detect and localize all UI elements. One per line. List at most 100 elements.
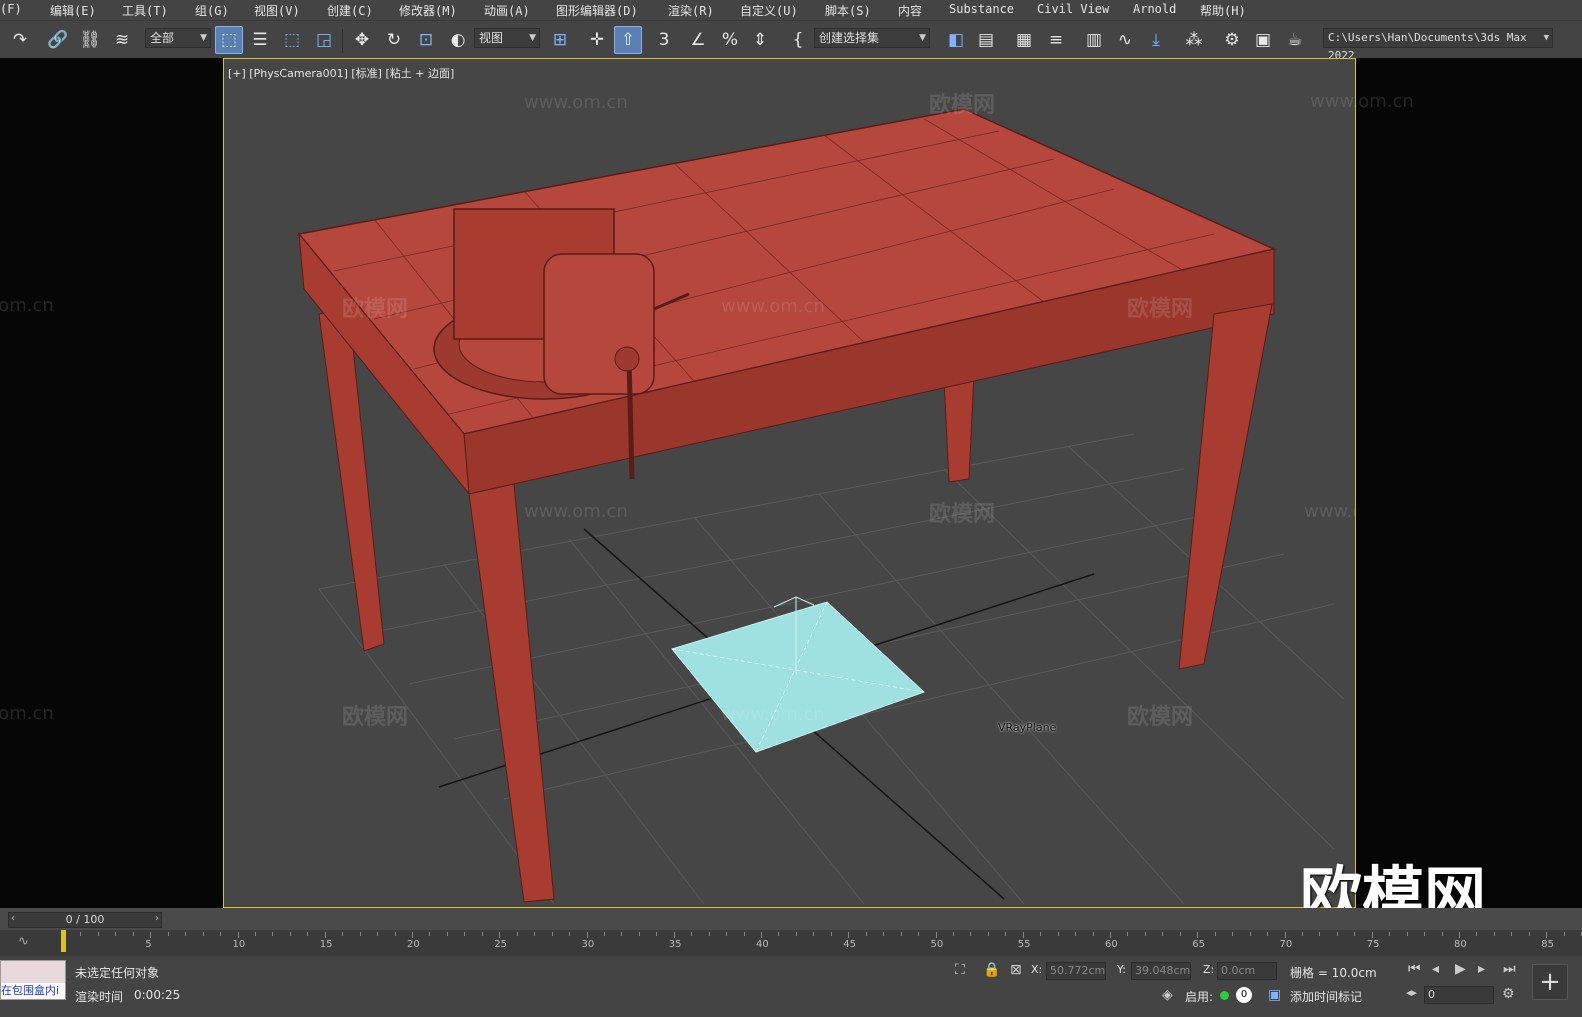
trackbar-tick-label: 35 — [668, 939, 682, 950]
menu-create[interactable]: 创建(C) — [327, 2, 373, 19]
time-config-icon[interactable]: ⚙ — [1502, 986, 1515, 1002]
maxscript-listener[interactable]: 在包围盒内i — [0, 960, 66, 1000]
add-viewport-button[interactable]: + — [1532, 964, 1568, 1000]
render-setup-icon[interactable]: ⚙ — [1218, 26, 1246, 54]
chevron-right-icon[interactable]: › — [155, 913, 159, 924]
rect-selection-icon[interactable]: ⬚ — [278, 26, 306, 54]
edit-named-selection-icon[interactable]: { — [784, 26, 812, 54]
trackbar-tick — [673, 932, 675, 938]
menu-customize[interactable]: 自定义(U) — [740, 2, 798, 19]
render-production-icon[interactable]: ☕ — [1281, 26, 1309, 54]
keyboard-shortcut-override-icon[interactable]: ⇧ — [614, 26, 642, 54]
previous-frame-icon[interactable]: ◂ — [1432, 961, 1439, 977]
isolate-icon[interactable]: ⛶ — [955, 962, 965, 978]
viewport-label[interactable]: [+] [PhysCamera001] [标准] [粘土 + 边面] — [228, 65, 454, 81]
redo-icon[interactable]: ↷ — [6, 26, 34, 54]
chevron-down-icon: ▼ — [919, 33, 926, 43]
trackbar[interactable]: ∿ 5 10 15 20 25 30 35 40 45 50 55 60 65 70 75 80 85 — [0, 930, 1582, 956]
bind-space-warp-icon[interactable]: ≋ — [108, 26, 136, 54]
add-time-tag[interactable]: 添加时间标记 — [1290, 988, 1362, 1005]
trackbar-tick — [499, 932, 501, 938]
time-tag-icon[interactable]: ▣ — [1268, 987, 1281, 1003]
align-icon[interactable]: ▤ — [972, 26, 1000, 54]
trackbar-tick — [1389, 932, 1391, 936]
trackbar-tick-label: 40 — [756, 939, 769, 950]
trackbar-tick — [1301, 932, 1303, 936]
material-editor-icon[interactable]: ⁂ — [1180, 26, 1208, 54]
percent-snap-icon[interactable]: % — [716, 26, 744, 54]
menu-scripting[interactable]: 脚本(S) — [825, 2, 871, 19]
y-coordinate-field[interactable]: 39.048cm — [1131, 962, 1191, 980]
angle-snap-icon[interactable]: ∠ — [684, 26, 712, 54]
scale-icon[interactable]: ⊡ — [412, 26, 440, 54]
place-icon[interactable]: ◐ — [444, 26, 472, 54]
go-to-end-icon[interactable]: ⏭ — [1503, 961, 1516, 977]
z-coordinate-field[interactable]: 0.0cm — [1217, 962, 1277, 980]
grid-size: 栅格 = 10.0cm — [1290, 966, 1377, 980]
trackbar-tick — [1284, 932, 1286, 938]
current-frame-field[interactable]: 0 — [1424, 986, 1494, 1004]
key-mode-icon[interactable]: ◂▸ — [1406, 986, 1417, 999]
render-time-label: 渲染时间 — [75, 990, 124, 1004]
menu-bar: (F) 编辑(E) 工具(T) 组(G) 视图(V) 创建(C) 修改器(M) … — [0, 0, 1582, 20]
adaptive-degradation-icon[interactable]: ◈ — [1162, 987, 1173, 1003]
menu-modifiers[interactable]: 修改器(M) — [399, 2, 457, 19]
snaps-toggle-icon[interactable]: 3 — [650, 26, 678, 54]
move-icon[interactable]: ✥ — [348, 26, 376, 54]
menu-graph-editors[interactable]: 图形编辑器(D) — [556, 2, 638, 19]
trackbar-tick — [638, 932, 640, 936]
trackbar-tick — [621, 932, 623, 936]
mirror-icon[interactable]: ◧ — [942, 26, 970, 54]
window-crossing-icon[interactable]: ◲ — [310, 26, 338, 54]
menu-tools[interactable]: 工具(T) — [122, 2, 168, 19]
menu-civil-view[interactable]: Civil View — [1037, 2, 1109, 16]
pivot-center-icon[interactable]: ⊞ — [546, 26, 574, 54]
named-selection-dropdown[interactable]: 创建选择集 ▼ — [814, 28, 930, 48]
select-by-name-icon[interactable]: ☰ — [246, 26, 274, 54]
layer-explorer-icon[interactable]: ≡ — [1042, 26, 1070, 54]
trackbar-tick — [446, 932, 448, 936]
trackbar-tick — [272, 932, 274, 936]
unlink-icon[interactable]: ⛓ — [76, 26, 104, 54]
selection-filter-dropdown[interactable]: 全部 ▼ — [145, 28, 211, 48]
time-slider[interactable]: ‹ 0 / 100 › — [8, 912, 162, 928]
watermark-url: www.om.cn — [1310, 91, 1414, 112]
menu-substance[interactable]: Substance — [949, 2, 1014, 16]
menu-group[interactable]: 组(G) — [195, 2, 229, 19]
ref-coord-dropdown[interactable]: 视图 ▼ — [474, 28, 540, 48]
menu-rendering[interactable]: 渲染(R) — [668, 2, 714, 19]
next-frame-icon[interactable]: ▸ — [1478, 961, 1485, 977]
menu-edit[interactable]: 编辑(E) — [50, 2, 96, 19]
trackbar-tick — [1197, 932, 1199, 938]
trackbar-tick-label: 75 — [1366, 939, 1380, 950]
lock-icon[interactable]: 🔒 — [983, 962, 1000, 978]
rotate-icon[interactable]: ↻ — [380, 26, 408, 54]
menu-animation[interactable]: 动画(A) — [484, 2, 530, 19]
enable-count[interactable]: 0 — [1236, 987, 1252, 1003]
link-icon[interactable]: 🔗 — [44, 26, 72, 54]
play-icon[interactable]: ▶ — [1455, 961, 1466, 977]
trackbar-tick — [691, 932, 693, 936]
camera-viewport[interactable]: [+] [PhysCamera001] [标准] [粘土 + 边面] VRayP… — [223, 58, 1356, 908]
curve-editor-icon[interactable]: ∿ — [1111, 26, 1139, 54]
menu-content[interactable]: 内容 — [898, 2, 922, 19]
menu-view[interactable]: 视图(V) — [254, 2, 300, 19]
project-path-field[interactable]: C:\Users\Han\Documents\3ds Max 2022 ▼ — [1323, 28, 1553, 62]
select-object-icon[interactable]: ⬚ — [215, 26, 243, 54]
go-to-start-icon[interactable]: ⏮ — [1408, 961, 1421, 977]
menu-arnold[interactable]: Arnold — [1133, 2, 1176, 16]
select-manipulate-icon[interactable]: ✛ — [583, 26, 611, 54]
x-coordinate-field[interactable]: 50.772cm — [1046, 962, 1106, 980]
menu-file[interactable]: (F) — [0, 2, 22, 16]
x-label: X: — [1031, 963, 1043, 976]
trackbar-tick-label: 70 — [1279, 939, 1293, 950]
absolute-mode-icon[interactable]: ⊠ — [1010, 962, 1022, 978]
current-frame-marker[interactable] — [61, 930, 66, 952]
schematic-view-icon[interactable]: ⤓ — [1142, 26, 1170, 54]
spinner-snap-icon[interactable]: ⇕ — [746, 26, 774, 54]
ribbon-toggle-icon[interactable]: ▥ — [1080, 26, 1108, 54]
trackbar-tick — [761, 932, 762, 938]
scene-explorer-icon[interactable]: ▦ — [1010, 26, 1038, 54]
rendered-frame-window-icon[interactable]: ▣ — [1249, 26, 1277, 54]
menu-help[interactable]: 帮助(H) — [1200, 2, 1246, 19]
